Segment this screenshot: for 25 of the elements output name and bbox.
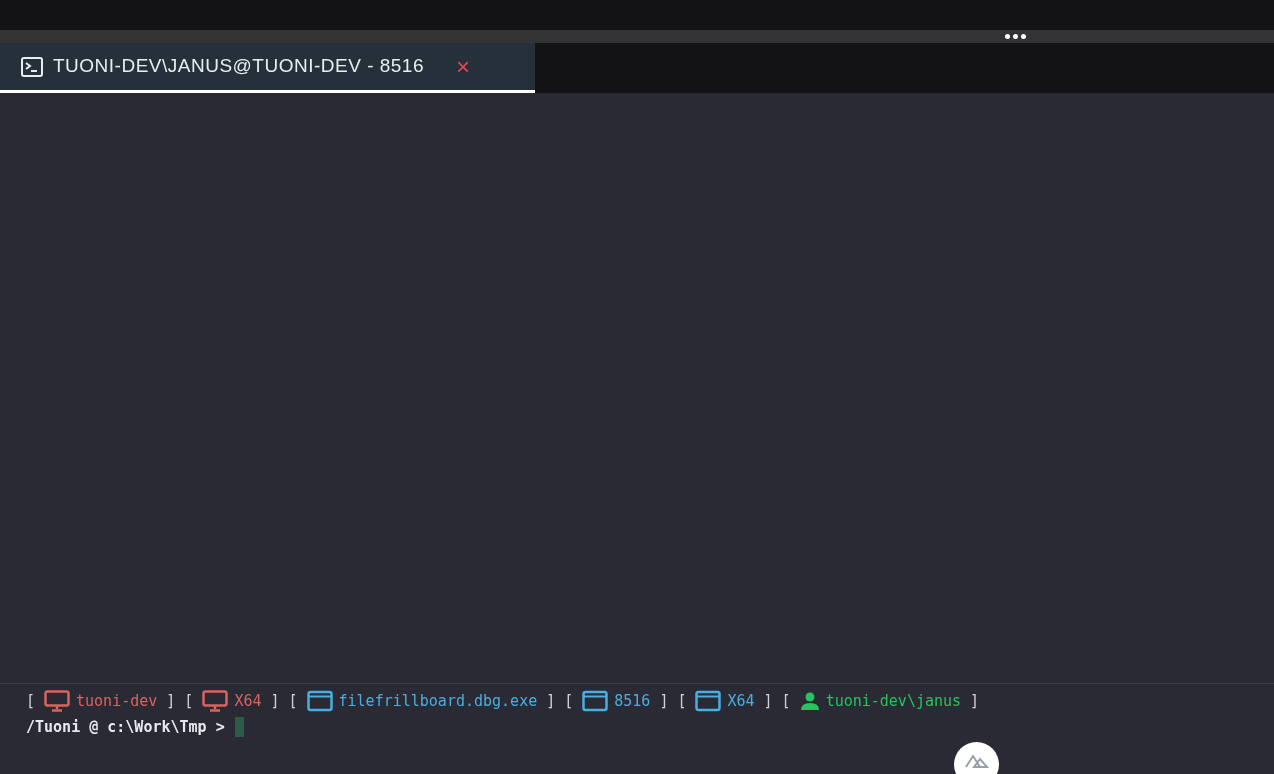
bracket: [: [677, 690, 687, 712]
bracket: ]: [166, 690, 176, 712]
status-label: X64: [727, 690, 755, 712]
bracket: [: [288, 690, 298, 712]
mountain-icon: [964, 754, 989, 768]
bracket: [: [26, 690, 36, 712]
prompt-text: /Tuoni @ c:\Work\Tmp >: [26, 716, 225, 738]
status-label: tuoni-dev\janus: [825, 690, 962, 712]
more-icon[interactable]: [1004, 34, 1026, 39]
status-label: X64: [234, 690, 262, 712]
terminal-tab[interactable]: TUONI-DEV\JANUS@TUONI-DEV - 8516 ×: [0, 43, 535, 93]
bracket: [: [564, 690, 574, 712]
status-label: filefrillboard.dbg.exe: [338, 690, 538, 712]
bracket: ]: [970, 690, 980, 712]
status-label: tuoni-dev: [76, 690, 158, 712]
floating-button[interactable]: [954, 742, 999, 774]
bracket: ]: [763, 690, 773, 712]
bracket: [: [184, 690, 194, 712]
bracket: ]: [659, 690, 669, 712]
status-label: 8516: [614, 690, 651, 712]
terminal-icon: [21, 56, 43, 77]
bracket: ]: [270, 690, 280, 712]
tab-title: TUONI-DEV\JANUS@TUONI-DEV - 8516: [53, 54, 424, 79]
bracket: [: [781, 690, 791, 712]
bracket: ]: [546, 690, 556, 712]
